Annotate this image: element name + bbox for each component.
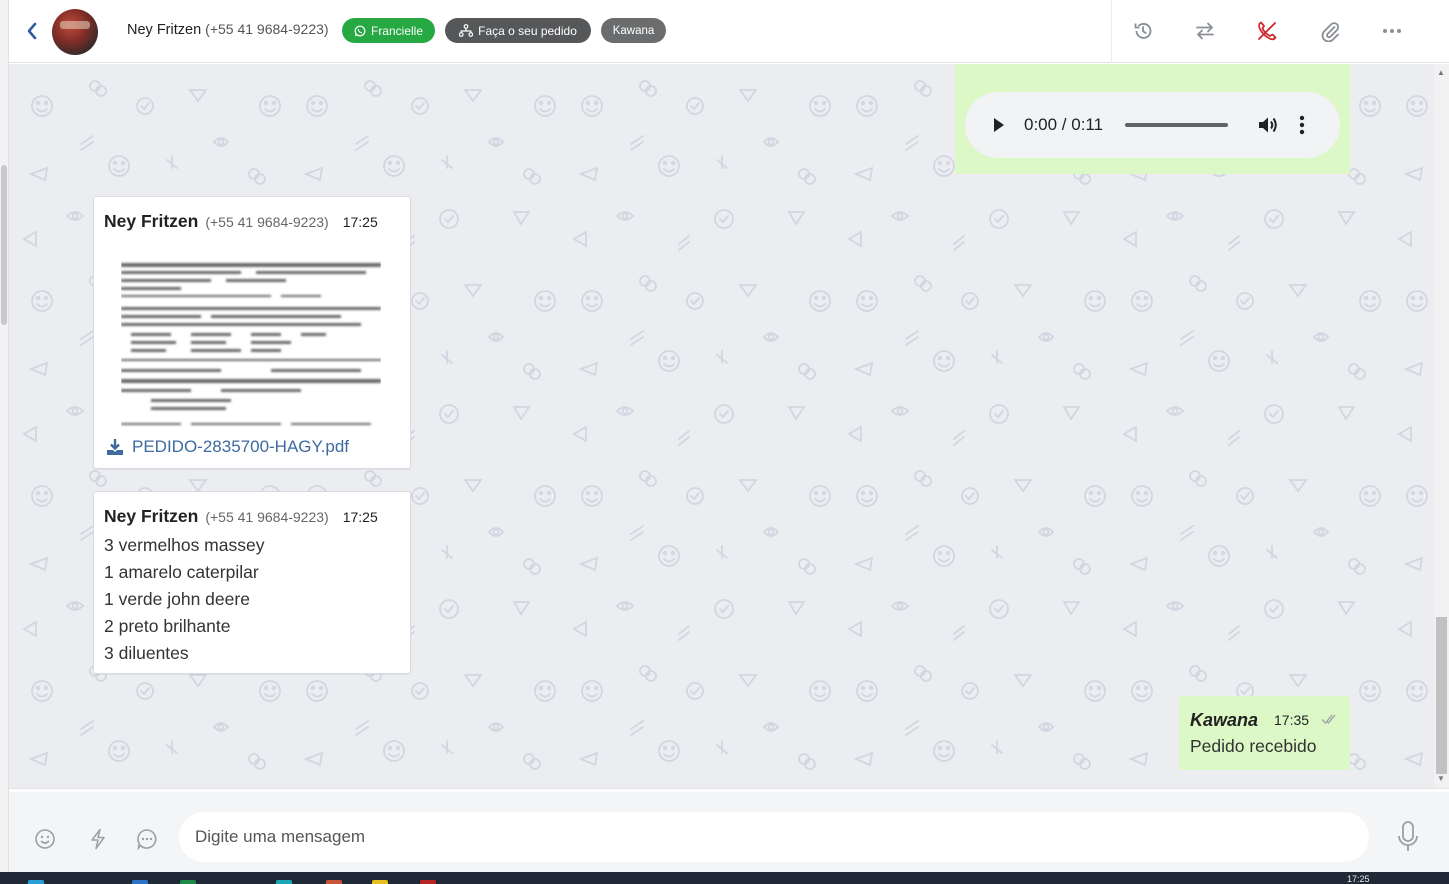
audio-more-icon[interactable] <box>1298 114 1306 136</box>
volume-icon[interactable] <box>1256 113 1280 137</box>
flow-tag-label: Faça o seu pedido <box>478 23 577 38</box>
more-icon[interactable] <box>1379 18 1405 44</box>
chat-scrollbar[interactable]: ▲ ▼ <box>1434 64 1449 788</box>
audio-time: 0:00 / 0:11 <box>1024 115 1104 134</box>
message-line: 1 verde john deere <box>104 589 250 609</box>
message-line: 2 preto brilhante <box>104 616 231 636</box>
message-header: Ney Fritzen (+55 41 9684-9223) 17:25 <box>104 211 378 232</box>
message-line: 3 diluentes <box>104 643 189 663</box>
whatsapp-icon <box>354 25 366 36</box>
back-icon[interactable] <box>23 20 41 42</box>
message-sender-phone: (+55 41 9684-9223) <box>205 214 329 230</box>
taskbar-app-icon[interactable] <box>28 880 44 884</box>
message-time: 17:25 <box>342 214 378 230</box>
user-tag[interactable]: Kawana <box>601 18 666 43</box>
chat-header: Ney Fritzen (+55 41 9684-9223) Franciell… <box>9 0 1449 63</box>
taskbar-app-icon[interactable] <box>420 880 436 884</box>
transfer-icon[interactable] <box>1192 18 1218 44</box>
message-body: 3 vermelhos massey 1 amarelo caterpilar … <box>104 532 264 667</box>
contact-phone: (+55 41 9684-9223) <box>205 21 329 37</box>
download-icon <box>107 439 123 455</box>
message-line: 3 vermelhos massey <box>104 535 265 555</box>
chat-scrollbar-thumb[interactable] <box>1436 617 1447 774</box>
attach-icon[interactable] <box>1317 18 1343 44</box>
end-call-icon[interactable] <box>1254 18 1280 44</box>
message-input[interactable] <box>195 824 1345 850</box>
message-sender: Ney Fritzen <box>104 506 199 526</box>
message-line: 1 amarelo caterpilar <box>104 562 259 582</box>
left-scroll-strip[interactable] <box>0 0 9 872</box>
taskbar-app-icon[interactable] <box>132 880 148 884</box>
microphone-icon[interactable] <box>1396 820 1420 854</box>
taskbar-clock: 17:25 <box>1347 874 1370 884</box>
message-text: Pedido recebido <box>1190 736 1317 756</box>
composer-bar <box>9 792 1449 872</box>
message-sender-phone: (+55 41 9684-9223) <box>205 509 329 525</box>
scroll-down-arrow[interactable]: ▼ <box>1437 774 1445 783</box>
agent-tag[interactable]: Francielle <box>342 18 435 43</box>
audio-player[interactable]: 0:00 / 0:11 <box>965 92 1340 158</box>
scroll-up-arrow[interactable]: ▲ <box>1437 68 1445 77</box>
message-time: 17:35 <box>1274 712 1310 728</box>
taskbar-app-icon[interactable] <box>372 880 388 884</box>
history-icon[interactable] <box>1130 18 1156 44</box>
quick-reply-icon[interactable] <box>86 827 110 851</box>
message-template-icon[interactable] <box>135 827 159 851</box>
emoji-icon[interactable] <box>33 827 57 851</box>
pdf-filename[interactable]: PEDIDO-2835700-HAGY.pdf <box>132 437 349 457</box>
pdf-message-bubble: Ney Fritzen (+55 41 9684-9223) 17:25 PED… <box>93 196 411 469</box>
taskbar-app-icon[interactable] <box>276 880 292 884</box>
text-message-bubble: Ney Fritzen (+55 41 9684-9223) 17:25 3 v… <box>93 491 411 674</box>
taskbar-app-icon[interactable] <box>326 880 342 884</box>
flow-icon <box>459 24 474 37</box>
contact-title: Ney Fritzen (+55 41 9684-9223) <box>127 21 329 38</box>
avatar[interactable] <box>52 9 98 55</box>
message-sender: Ney Fritzen <box>104 211 199 231</box>
double-check-icon <box>1321 714 1336 725</box>
header-divider <box>1111 0 1112 63</box>
message-header: Ney Fritzen (+55 41 9684-9223) 17:25 <box>104 506 378 527</box>
taskbar-app-icon[interactable] <box>180 880 196 884</box>
message-sender: Kawana <box>1190 710 1259 730</box>
chat-area[interactable]: 0:00 / 0:11 Ney Fritzen (+55 41 9684-922… <box>9 64 1434 788</box>
audio-message-bubble: 0:00 / 0:11 <box>955 64 1350 174</box>
pdf-preview-image[interactable] <box>121 257 381 432</box>
play-icon[interactable] <box>991 114 1007 136</box>
message-time: 17:25 <box>342 509 378 525</box>
os-taskbar: 17:25 <box>0 872 1449 884</box>
pdf-download-link[interactable]: PEDIDO-2835700-HAGY.pdf <box>106 437 349 457</box>
agent-tag-label: Francielle <box>370 23 424 38</box>
message-input-wrapper <box>179 812 1369 862</box>
flow-tag[interactable]: Faça o seu pedido <box>445 18 591 43</box>
audio-progress-track[interactable] <box>1125 123 1228 127</box>
contact-name: Ney Fritzen <box>127 22 202 38</box>
left-scroll-thumb[interactable] <box>1 165 7 325</box>
user-tag-label: Kawana <box>612 24 655 37</box>
outgoing-message-bubble: Kawana 17:35 Pedido recebido <box>1179 696 1350 770</box>
